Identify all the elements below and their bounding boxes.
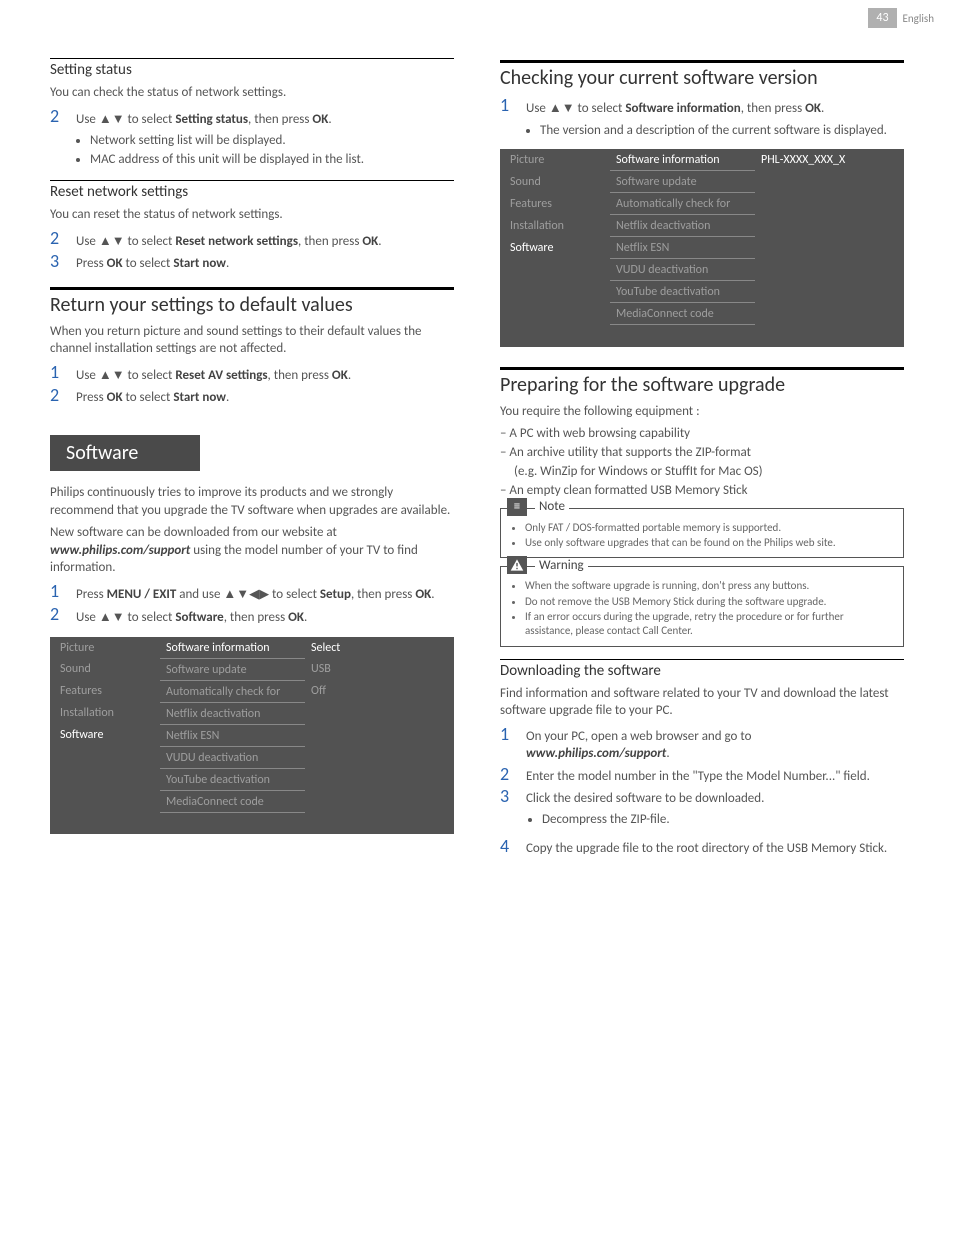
up-down-arrows-icon: ▲▼ <box>549 100 575 115</box>
software-menu-table-2: PictureSoftware informationPHL-XXXX_XXX_… <box>500 149 904 347</box>
text: When you return picture and sound settin… <box>50 323 454 358</box>
step: 1 Use ▲▼ to select Reset AV settings, th… <box>50 363 454 385</box>
up-down-arrows-icon: ▲▼ <box>99 233 125 248</box>
heading-setting-status: Setting status <box>50 58 454 79</box>
text: You can check the status of network sett… <box>50 84 454 102</box>
warning-title: Warning <box>535 558 588 573</box>
step: 2 Use ▲▼ to select Setting status, then … <box>50 107 454 129</box>
step: 2 Use ▲▼ to select Reset network setting… <box>50 229 454 251</box>
bullet: Decompress the ZIP-file. <box>542 811 904 829</box>
software-menu-table-1: PictureSoftware informationSelect SoundS… <box>50 637 454 835</box>
step: 2 Enter the model number in the "Type th… <box>500 765 904 786</box>
dash-item: A PC with web browsing capability <box>500 425 904 443</box>
warning-item: If an error occurs during the upgrade, r… <box>525 610 893 639</box>
left-column: Setting status You can check the status … <box>50 46 454 861</box>
step: 3 Press OK to select Start now. <box>50 252 454 273</box>
text: Find information and software related to… <box>500 685 904 720</box>
page-lang: English <box>903 12 934 25</box>
note-item: Only FAT / DOS-formatted portable memory… <box>525 521 893 535</box>
note-item: Use only software upgrades that can be f… <box>525 536 893 550</box>
text: New software can be downloaded from our … <box>50 524 454 577</box>
note-icon: ≡ <box>507 498 527 516</box>
step: 3 Click the desired software to be downl… <box>500 787 904 834</box>
warning-callout: Warning When the software upgrade is run… <box>500 566 904 646</box>
page-header: 43 English <box>0 0 954 36</box>
warning-item: Do not remove the USB Memory Stick durin… <box>525 595 893 609</box>
step: 4 Copy the upgrade file to the root dire… <box>500 837 904 858</box>
all-arrows-icon: ▲▼◀▶ <box>223 586 269 601</box>
step: 2 Press OK to select Start now. <box>50 386 454 407</box>
bullet: The version and a description of the cur… <box>540 122 904 140</box>
page-number: 43 <box>868 8 896 28</box>
heading-check-software: Checking your current software version <box>500 60 904 90</box>
up-down-arrows-icon: ▲▼ <box>99 367 125 382</box>
step: 1 Press MENU / EXIT and use ▲▼◀▶ to sele… <box>50 582 454 604</box>
dash-list: A PC with web browsing capability An arc… <box>500 425 904 500</box>
section-band-software: Software <box>50 435 200 471</box>
heading-preparing-upgrade: Preparing for the software upgrade <box>500 367 904 397</box>
bullet: MAC address of this unit will be display… <box>90 151 454 169</box>
bullet: Network setting list will be displayed. <box>90 132 454 150</box>
heading-reset-network: Reset network settings <box>50 180 454 201</box>
note-title: Note <box>535 499 569 514</box>
text: Philips continuously tries to improve it… <box>50 484 454 519</box>
step: 1 Use ▲▼ to select Software information,… <box>500 96 904 118</box>
heading-downloading: Downloading the software <box>500 659 904 680</box>
right-column: Checking your current software version 1… <box>500 46 904 861</box>
step: 2 Use ▲▼ to select Software, then press … <box>50 605 454 627</box>
text: You can reset the status of network sett… <box>50 206 454 224</box>
step: 1 On your PC, open a web browser and go … <box>500 725 904 763</box>
note-callout: ≡ Note Only FAT / DOS-formatted portable… <box>500 508 904 559</box>
dash-item: An archive utility that supports the ZIP… <box>500 444 904 480</box>
heading-return-defaults: Return your settings to default values <box>50 287 454 317</box>
text: You require the following equipment : <box>500 403 904 421</box>
warning-item: When the software upgrade is running, do… <box>525 579 893 593</box>
warning-icon <box>507 556 527 574</box>
up-down-arrows-icon: ▲▼ <box>99 609 125 624</box>
bullet-list: Network setting list will be displayed. … <box>50 132 454 168</box>
up-down-arrows-icon: ▲▼ <box>99 111 125 126</box>
